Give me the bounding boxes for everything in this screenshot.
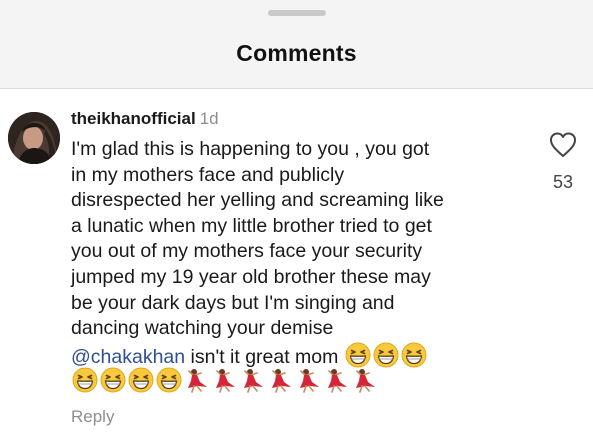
dancer-emoji — [296, 367, 322, 394]
dancer-emoji — [352, 367, 378, 394]
comment-line: a lunatic when my little brother tried t… — [71, 214, 432, 237]
comments-sheet: Comments theikhanofficial 1d I'm glad thi… — [0, 0, 593, 440]
avatar[interactable] — [8, 112, 60, 164]
comment-line: disrespected her yelling and screaming l… — [71, 189, 444, 212]
comment: theikhanofficial 1d I'm glad this is happ… — [71, 108, 531, 394]
comment-line: in my mothers face and publicly — [71, 163, 345, 186]
grinning-face-emoji — [373, 342, 399, 368]
grinning-face-emoji — [100, 367, 126, 393]
comment-username[interactable]: theikhanofficial — [71, 109, 196, 128]
dancer-emoji — [184, 367, 210, 394]
dancer-emoji — [324, 367, 350, 394]
comment-line-tail: isn't it great mom — [185, 345, 339, 368]
grinning-face-emoji — [128, 367, 154, 393]
comment-line: be your dark days but I'm singing and — [71, 291, 395, 314]
dancer-emoji — [240, 367, 266, 394]
like-count: 53 — [552, 172, 574, 192]
heart-outline-icon[interactable] — [548, 130, 578, 160]
comment-meta: theikhanofficial 1d — [71, 108, 531, 130]
dancer-emoji — [212, 367, 238, 394]
comment-line-mention: @chakakhan isn't it great mom — [71, 342, 531, 368]
comment-line: dancing watching your demise — [71, 317, 334, 340]
emoji-group — [338, 342, 427, 368]
grinning-face-emoji — [72, 367, 98, 393]
emoji-row — [71, 367, 531, 394]
comment-line: I'm glad this is happening to you , you … — [71, 138, 430, 160]
drag-handle[interactable] — [268, 10, 326, 16]
dancer-emoji — [268, 367, 294, 394]
comments-header: Comments — [0, 0, 593, 89]
grinning-face-emoji — [345, 342, 371, 368]
grinning-face-emoji — [156, 367, 182, 393]
comments-title: Comments — [236, 40, 357, 66]
comment-timestamp: 1d — [199, 109, 219, 128]
grinning-face-emoji — [401, 342, 427, 368]
comment-body: I'm glad this is happening to you , you … — [71, 137, 531, 394]
reply-button[interactable]: Reply — [71, 407, 114, 427]
comment-line: you out of my mothers face your security — [71, 240, 423, 263]
comment-line: jumped my 19 year old brother these may — [71, 265, 431, 288]
mention-link[interactable]: @chakakhan — [71, 346, 185, 368]
